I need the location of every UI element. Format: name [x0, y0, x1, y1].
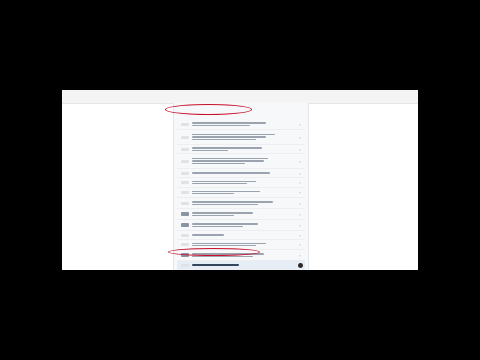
chevron-right-icon: ›: [299, 211, 301, 217]
menu-item-label: [192, 170, 298, 175]
menu-item-label: [192, 189, 298, 197]
menu-item[interactable]: ›: [177, 220, 305, 231]
sidebar-menu: › › › › › › › › › › › › ›: [173, 103, 309, 270]
menu-item-label: [192, 199, 298, 207]
doc-icon: [181, 159, 189, 163]
doc-icon: [181, 243, 189, 246]
app-window: › › › › › › › › › › › › ›: [62, 90, 418, 270]
doc-icon: [181, 135, 189, 139]
menu-item[interactable]: ›: [177, 198, 305, 209]
doc-icon: [181, 122, 189, 126]
menu-item-label: [192, 120, 298, 128]
menu-item-label: [192, 210, 298, 218]
chevron-right-icon: ›: [299, 158, 301, 164]
menu-item[interactable]: ›: [177, 145, 305, 154]
menu-item[interactable]: ›: [177, 169, 305, 178]
menu-item[interactable]: ›: [177, 209, 305, 220]
chevron-right-icon: ›: [299, 121, 301, 127]
chevron-right-icon: ›: [299, 134, 301, 140]
doc-icon: [181, 191, 189, 194]
doc-icon: [181, 233, 189, 237]
highlight-oval-header: [165, 104, 252, 115]
highlight-oval-item: [168, 248, 260, 256]
menu-item[interactable]: ›: [177, 130, 305, 145]
chevron-right-icon: ›: [299, 170, 301, 176]
video-frame: { "sidebar": { "header": "", "items": [ …: [0, 0, 480, 360]
doc-icon: [181, 201, 189, 205]
menu-item-label: [192, 232, 298, 237]
doc-icon: [181, 181, 189, 184]
chevron-right-icon: ›: [299, 242, 301, 247]
menu-item-selected[interactable]: [177, 261, 305, 270]
menu-item-label: [192, 221, 298, 229]
menu-item[interactable]: ›: [177, 188, 305, 198]
chevron-right-icon: ›: [299, 252, 301, 258]
menu-item-label: [192, 156, 298, 166]
chevron-right-icon: ›: [299, 200, 301, 206]
menu-item-label: [192, 179, 298, 187]
menu-item[interactable]: ›: [177, 178, 305, 188]
chevron-right-icon: ›: [299, 232, 301, 238]
doc-icon: [181, 171, 189, 175]
menu-item[interactable]: ›: [177, 119, 305, 130]
doc-icon: [181, 263, 189, 267]
top-bar: [62, 90, 418, 104]
chevron-right-icon: ›: [299, 180, 301, 185]
doc-icon: [181, 212, 189, 216]
menu-item[interactable]: ›: [177, 231, 305, 240]
chevron-right-icon: ›: [299, 190, 301, 195]
chevron-right-icon: ›: [299, 222, 301, 228]
count-badge: [298, 262, 303, 268]
menu-item-label: [192, 262, 298, 267]
chevron-right-icon: ›: [299, 146, 301, 152]
menu-list: › › › › › › › › › › › › ›: [174, 119, 308, 270]
menu-item-label: [192, 132, 298, 142]
doc-icon: [181, 147, 189, 151]
menu-item[interactable]: ›: [177, 154, 305, 169]
menu-item-label: [192, 145, 298, 153]
doc-icon: [181, 223, 189, 227]
